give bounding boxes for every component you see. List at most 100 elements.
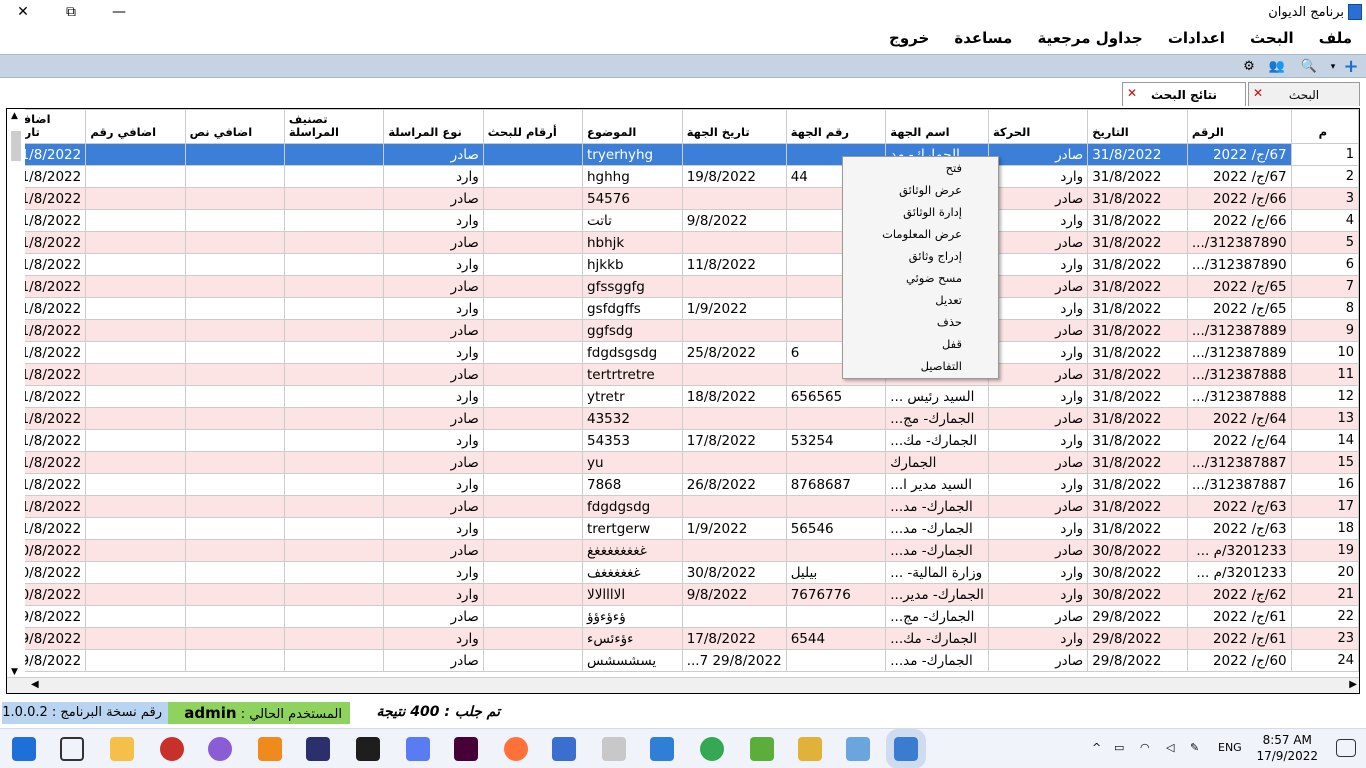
pycharm-icon[interactable] — [356, 737, 380, 761]
app-icon-2[interactable] — [306, 737, 330, 761]
table-row[interactable]: 13 64/ج/ 2022 31/8/2022 صادر الجمارك- مج... 4… — [7, 407, 1359, 430]
chrome-icon[interactable] — [700, 737, 724, 761]
table-row[interactable]: 12 312387888/... 31/8/2022 وارد السيد رئيس .… — [7, 385, 1359, 408]
vlc-icon[interactable] — [258, 737, 282, 761]
table-row[interactable]: 20 3201233/م ... 30/8/2022 وارد وزارة المالي… — [7, 561, 1359, 584]
settings-icon[interactable]: ⚙ — [1240, 58, 1258, 76]
context-menu-item[interactable]: فتح — [843, 157, 998, 179]
table-row[interactable]: 24 60/ج/ 2022 29/8/2022 صادر الجمارك- مد... 2… — [7, 649, 1359, 672]
table-row[interactable]: 11 312387888/... 31/8/2022 صادر tertrtretre ص… — [7, 363, 1359, 386]
column-header[interactable]: الحركة — [987, 109, 1089, 144]
dropdown-arrow-icon[interactable]: ▾ — [1324, 58, 1342, 76]
context-menu-item[interactable]: عرض المعلومات — [843, 223, 998, 245]
table-row[interactable]: 17 63/ج/ 2022 31/8/2022 صادر الجمارك- مد... f… — [7, 495, 1359, 518]
scroll-right-icon[interactable]: ▶ — [1349, 679, 1357, 690]
pen-icon[interactable]: ✎ — [1190, 741, 1199, 754]
table-row[interactable]: 18 63/ج/ 2022 31/8/2022 وارد الجمارك- مد... 5… — [7, 517, 1359, 540]
table-row[interactable]: 16 312387887/... 31/8/2022 وارد السيد مدير ا… — [7, 473, 1359, 496]
close-tab-icon[interactable]: ✕ — [1127, 81, 1137, 105]
menu-search[interactable]: البحث — [1250, 26, 1294, 50]
table-row[interactable]: 10 312387889/... 31/8/2022 وارد 6 25/8/2022 fd… — [7, 341, 1359, 364]
table-row[interactable]: 21 62/ج/ 2022 30/8/2022 وارد الجمارك- مدير..… — [7, 583, 1359, 606]
context-menu-item[interactable]: تعديل — [843, 289, 998, 311]
table-row[interactable]: 5 312387890/... 31/8/2022 صادر hbhjk صادر 31/8… — [7, 231, 1359, 254]
app-icon-3[interactable] — [406, 737, 430, 761]
column-header[interactable]: الرقم — [1186, 109, 1292, 144]
menu-settings[interactable]: اعدادات — [1168, 26, 1225, 50]
tab-results[interactable]: ✕ نتائج البحث — [1122, 82, 1246, 106]
column-header[interactable]: اسم الجهة — [885, 109, 989, 144]
table-row[interactable]: 22 61/ج/ 2022 29/8/2022 صادر الجمارك- مج... ؤ… — [7, 605, 1359, 628]
scroll-thumb[interactable] — [11, 131, 21, 161]
column-header[interactable]: اضافي رقم — [85, 109, 186, 144]
column-header[interactable]: تصنيف المراسلة — [283, 109, 385, 144]
context-menu-item[interactable]: قفل — [843, 333, 998, 355]
column-header[interactable]: أرقام للبحث — [482, 109, 584, 144]
notifications-icon[interactable] — [1336, 739, 1356, 757]
wifi-icon[interactable]: ◠ — [1140, 741, 1150, 754]
column-header[interactable]: رقم الجهة — [785, 109, 887, 144]
scroll-left-icon[interactable]: ◀ — [31, 679, 39, 690]
vertical-scrollbar[interactable]: ▲ ▼ — [7, 109, 25, 679]
column-header[interactable]: اضافي نص — [184, 109, 285, 144]
scroll-down-icon[interactable]: ▼ — [11, 667, 18, 677]
table-row[interactable]: 4 66/ج/ 2022 31/8/2022 وارد 9/8/2022 تاتت وارد… — [7, 209, 1359, 232]
column-header[interactable]: الموضوع — [582, 109, 683, 144]
add-icon[interactable]: + — [1342, 58, 1360, 76]
adobe-xd-icon[interactable] — [454, 737, 478, 761]
context-menu-item[interactable]: التفاصيل — [843, 355, 998, 377]
menu-help[interactable]: مساعدة — [954, 26, 1012, 50]
table-row[interactable]: 19 3201233/م ... 30/8/2022 صادر الجمارك- مد.… — [7, 539, 1359, 562]
app-icon-5[interactable] — [750, 737, 774, 761]
close-button[interactable]: ✕ — [0, 0, 46, 26]
table-row[interactable]: 23 61/ج/ 2022 29/8/2022 وارد الجمارك- مك... 6… — [7, 627, 1359, 650]
table-row[interactable]: 14 64/ج/ 2022 31/8/2022 وارد الجمارك- مك... 5… — [7, 429, 1359, 452]
file-explorer-icon[interactable] — [110, 737, 134, 761]
vscode-icon[interactable] — [650, 737, 674, 761]
table-row[interactable]: 3 66/ج/ 2022 31/8/2022 صادر 54576 صادر 31/8/20… — [7, 187, 1359, 210]
table-row[interactable]: 9 312387889/... 31/8/2022 صادر ggfsdg صادر 31/… — [7, 319, 1359, 342]
table-row[interactable]: 8 65/ج/ 2022 31/8/2022 وارد 1/9/2022 gsfdgffs… — [7, 297, 1359, 320]
volume-icon[interactable]: ◁ — [1166, 741, 1174, 754]
search-icon[interactable]: 🔍 — [1300, 58, 1318, 76]
column-header[interactable]: تاريخ الجهة — [681, 109, 787, 144]
tab-search[interactable]: ✕ البحث — [1248, 82, 1360, 106]
firefox-icon[interactable] — [504, 737, 528, 761]
minimize-button[interactable]: — — [96, 0, 142, 26]
context-menu-item[interactable]: إدارة الوثائق — [843, 201, 998, 223]
diwan-app-icon[interactable] — [886, 729, 926, 768]
task-view-icon[interactable] — [60, 737, 84, 761]
calendar-icon[interactable] — [602, 737, 626, 761]
context-menu-item[interactable]: إدراج وثائق — [843, 245, 998, 267]
tray-chevron-icon[interactable]: ^ — [1092, 741, 1101, 754]
context-menu-item[interactable]: عرض الوثائق — [843, 179, 998, 201]
context-menu-item[interactable]: حذف — [843, 311, 998, 333]
users-icon[interactable]: 👥 — [1268, 58, 1286, 76]
context-menu-item[interactable]: مسح ضوئي — [843, 267, 998, 289]
column-header[interactable]: نوع المراسلة — [383, 109, 484, 144]
table-row[interactable]: 6 312387890/... 31/8/2022 وارد 11/8/2022 hjkk… — [7, 253, 1359, 276]
table-row[interactable]: 7 65/ج/ 2022 31/8/2022 صادر gfssggfg صادر 31/8… — [7, 275, 1359, 298]
app-icon-6[interactable] — [798, 737, 822, 761]
battery-icon[interactable]: ▭ — [1114, 741, 1124, 754]
paint-icon[interactable] — [846, 737, 870, 761]
horizontal-scrollbar[interactable]: ◀ ▶ — [7, 677, 1359, 693]
menu-file[interactable]: ملف — [1319, 26, 1352, 50]
start-icon[interactable] — [12, 737, 36, 761]
maximize-button[interactable]: ⧉ — [48, 0, 94, 26]
menu-exit[interactable]: خروج — [889, 26, 929, 50]
menu-reference-tables[interactable]: جداول مرجعية — [1037, 26, 1142, 50]
clock[interactable]: 8:57 AM 17/9/2022 — [1256, 732, 1318, 764]
column-header[interactable]: م — [1290, 109, 1359, 144]
table-row[interactable]: 1 67/ج/ 2022 31/8/2022 صادر الجمارك- مد tryer… — [7, 143, 1359, 166]
scroll-up-icon[interactable]: ▲ — [11, 111, 18, 121]
tor-icon[interactable] — [208, 737, 232, 761]
results-grid[interactable]: م الرقم التاريخ الحركة اسم الجهة رقم الجهة تار… — [6, 108, 1360, 694]
shield-app-icon[interactable] — [160, 737, 184, 761]
table-row[interactable]: 15 312387887/... 31/8/2022 صادر الجمارك yu صاد… — [7, 451, 1359, 474]
close-tab-icon[interactable]: ✕ — [1253, 81, 1263, 105]
table-row[interactable]: 2 67/ج/ 2022 31/8/2022 وارد 44 19/8/2022 hghhg… — [7, 165, 1359, 188]
language-indicator[interactable]: ENG — [1218, 741, 1242, 754]
column-header[interactable]: التاريخ — [1087, 109, 1188, 144]
app-icon-4[interactable] — [552, 737, 576, 761]
